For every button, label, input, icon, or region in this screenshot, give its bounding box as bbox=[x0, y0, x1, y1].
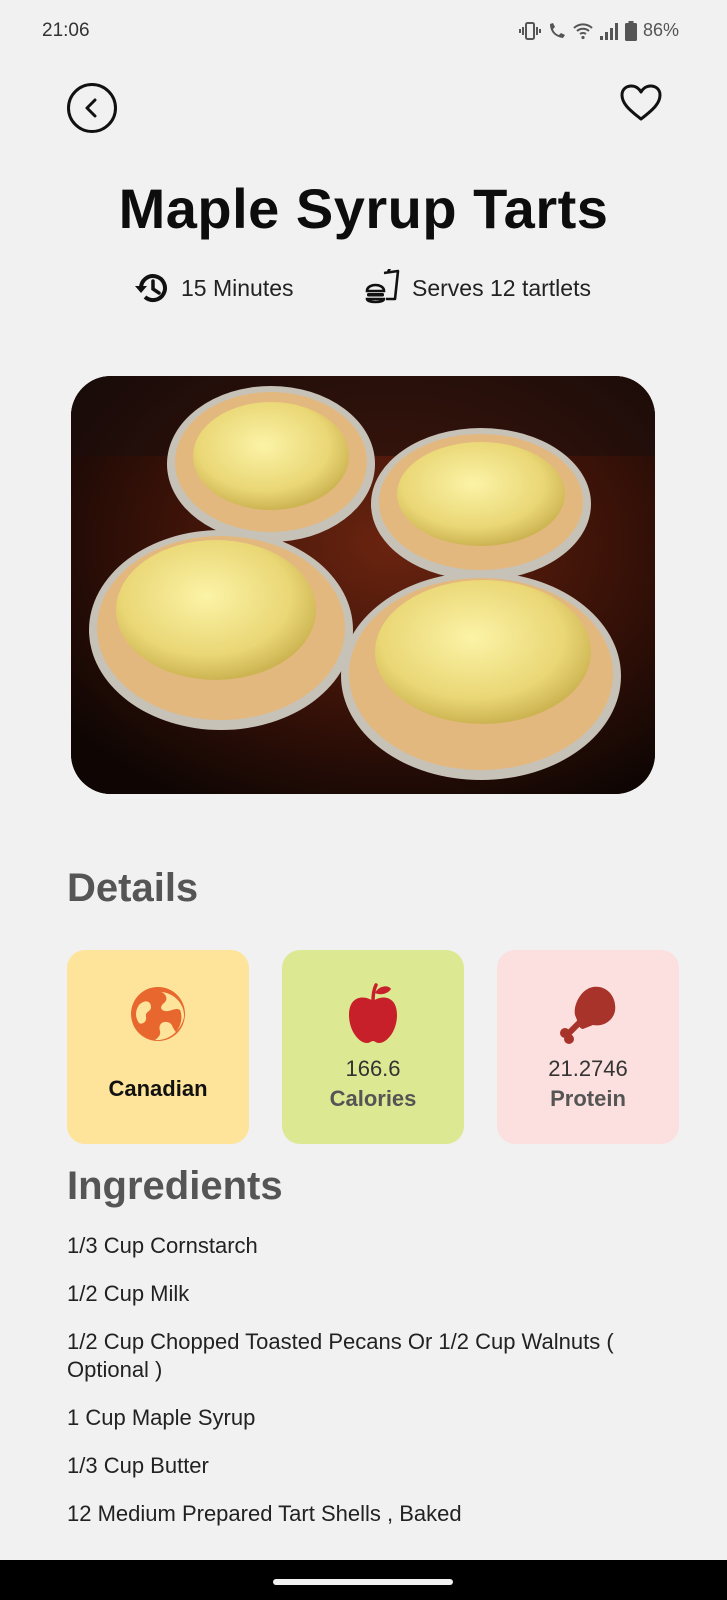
ingredients-list: 1/3 Cup Cornstarch 1/2 Cup Milk 1/2 Cup … bbox=[67, 1232, 667, 1548]
ingredient-item: 1 Cup Maple Syrup bbox=[67, 1405, 256, 1430]
back-button[interactable] bbox=[67, 83, 117, 133]
servings-text: Serves 12 tartlets bbox=[412, 274, 591, 301]
vibrate-icon bbox=[518, 21, 541, 40]
globe-icon bbox=[126, 982, 190, 1046]
ingredient-item: 12 Medium Prepared Tart Shells , Baked bbox=[67, 1501, 462, 1526]
battery-icon bbox=[624, 20, 637, 41]
status-bar: 21:06 86% bbox=[0, 0, 727, 64]
cuisine-card: Canadian bbox=[67, 950, 249, 1144]
wifi-icon bbox=[573, 22, 593, 40]
heart-outline-icon bbox=[620, 84, 662, 121]
recipe-title: Maple Syrup Tarts bbox=[118, 177, 609, 240]
apple-icon bbox=[341, 982, 405, 1046]
cook-time: 15 Minutes bbox=[133, 266, 294, 310]
wifi-call-icon bbox=[547, 22, 567, 40]
food-icon bbox=[365, 269, 400, 304]
ingredients-heading: Ingredients bbox=[67, 1164, 283, 1208]
protein-card: 21.2746 Protein bbox=[497, 950, 679, 1144]
status-icons: 86% bbox=[518, 20, 679, 41]
ingredient-item: 1/3 Cup Butter bbox=[67, 1453, 209, 1478]
servings: Serves 12 tartlets bbox=[364, 266, 591, 310]
protein-value: 21.2746 bbox=[548, 1056, 628, 1081]
calories-label: Calories bbox=[329, 1086, 417, 1111]
ingredient-item: 1/2 Cup Milk bbox=[67, 1281, 190, 1306]
calories-card: 166.6 Calories bbox=[282, 950, 464, 1144]
ingredient-item: 1/3 Cup Cornstarch bbox=[67, 1233, 258, 1258]
status-time: 21:06 bbox=[42, 20, 90, 41]
signal-icon bbox=[599, 22, 619, 40]
home-gesture-handle[interactable] bbox=[273, 1579, 453, 1585]
cuisine-label: Canadian bbox=[108, 1076, 208, 1101]
details-heading: Details bbox=[67, 866, 199, 910]
favorite-button[interactable] bbox=[618, 82, 664, 124]
history-icon bbox=[135, 274, 167, 303]
cook-time-text: 15 Minutes bbox=[181, 274, 294, 301]
protein-label: Protein bbox=[550, 1086, 626, 1111]
ingredient-item: 1/2 Cup Chopped Toasted Pecans Or 1/2 Cu… bbox=[67, 1329, 614, 1382]
calories-value: 166.6 bbox=[345, 1056, 401, 1081]
drumstick-icon bbox=[556, 982, 620, 1046]
recipe-image bbox=[71, 376, 655, 794]
chevron-left-icon bbox=[85, 98, 97, 118]
battery-percent: 86% bbox=[642, 20, 679, 40]
